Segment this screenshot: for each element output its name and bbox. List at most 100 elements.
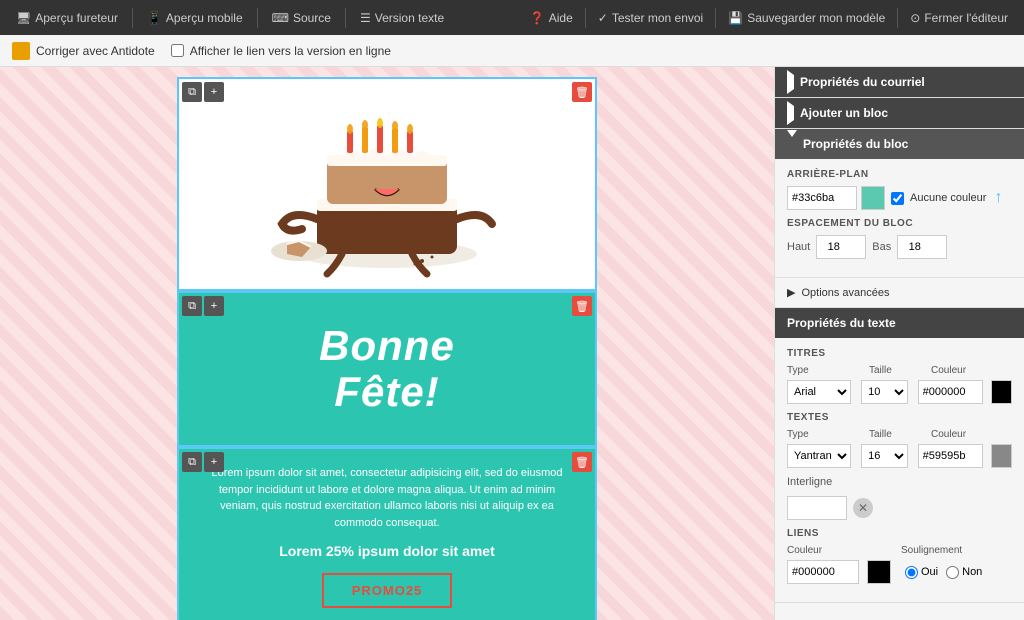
arriere-plan-color-input[interactable] — [787, 186, 857, 210]
nav-separator-4 — [585, 8, 586, 28]
liens-inputs-row: Oui Non — [787, 560, 1012, 584]
text-heading: Lorem 25% ipsum dolor sit amet — [203, 543, 571, 559]
top-nav-right: ❓ Aide ✓ Tester mon envoi 💾 Sauvegarder … — [522, 8, 1016, 28]
section-courriel-header[interactable]: Propriétés du courriel — [775, 67, 1024, 97]
textes-inputs-row: Yantran 16 — [787, 444, 1012, 468]
nav-apercu-fureteur[interactable]: 🖥 Aperçu fureteur — [8, 0, 126, 35]
nav-sauvegarder[interactable]: 💾 Sauvegarder mon modèle — [720, 11, 893, 25]
teal-block-toolbar: ⧉ + — [179, 293, 227, 319]
soulignement-oui-label[interactable]: Oui — [905, 566, 938, 579]
cake-svg — [247, 89, 527, 279]
nav-separator-3 — [345, 8, 346, 28]
right-panel: Propriétés du courriel Ajouter un bloc P… — [774, 67, 1024, 620]
aucune-couleur-checkbox[interactable] — [891, 192, 904, 205]
liens-color-swatch[interactable] — [867, 560, 891, 584]
tri-down-bloc — [787, 137, 797, 151]
options-avancees[interactable]: ▶ Options avancées — [775, 277, 1024, 307]
nav-aide[interactable]: ❓ Aide — [522, 11, 581, 25]
text-icon: ☰ — [360, 11, 371, 25]
bonne-fete-text: BonneFête! — [319, 323, 455, 415]
arrow-indicator: ↑ — [994, 189, 1002, 207]
nav-separator-2 — [257, 8, 258, 28]
teal-block-delete-btn[interactable]: 🗑 — [572, 296, 592, 316]
textes-size-select[interactable]: 16 — [861, 444, 908, 468]
image-block-add-btn[interactable]: + — [204, 82, 224, 102]
section-proprietes-courriel: Propriétés du courriel — [775, 67, 1024, 98]
titres-color-swatch[interactable] — [991, 380, 1012, 404]
interligne-label: Interligne — [787, 476, 832, 488]
section-ajouter-bloc: Ajouter un bloc — [775, 98, 1024, 129]
interligne-clear-btn[interactable]: ✕ — [853, 498, 873, 518]
textes-couleur-col: Couleur — [931, 429, 966, 440]
interligne-input[interactable] — [787, 496, 847, 520]
soulignement-non-label[interactable]: Non — [946, 566, 982, 579]
textes-col-headers: Type Taille Couleur — [787, 429, 1012, 440]
bas-input[interactable] — [897, 235, 947, 259]
teal-block-add-btn[interactable]: + — [204, 296, 224, 316]
textes-color-swatch[interactable] — [991, 444, 1012, 468]
haut-input[interactable] — [816, 235, 866, 259]
main-layout: ⧉ + 🗑 — [0, 67, 1024, 620]
teal-block-copy-btn[interactable]: ⧉ — [182, 296, 202, 316]
teal-block[interactable]: ⧉ + 🗑 BonneFête! — [177, 291, 597, 447]
nav-separator-5 — [715, 8, 716, 28]
texte-content: TITRES Type Taille Couleur Arial 10 — [775, 338, 1024, 602]
titres-size-select[interactable]: 10 — [861, 380, 908, 404]
titres-type-select[interactable]: Arial — [787, 380, 851, 404]
promo-button[interactable]: PROMO25 — [322, 573, 453, 608]
help-icon: ❓ — [530, 11, 545, 25]
textes-taille-col: Taille — [869, 429, 921, 440]
text-body: Lorem ipsum dolor sit amet, consectetur … — [203, 465, 571, 531]
image-block[interactable]: ⧉ + 🗑 — [177, 77, 597, 291]
section-bloc-header[interactable]: Propriétés du bloc — [775, 129, 1024, 159]
arriere-plan-color-group — [787, 186, 885, 210]
image-block-delete-btn[interactable]: 🗑 — [572, 82, 592, 102]
version-en-ligne-checkbox[interactable] — [171, 44, 184, 57]
interligne-row: Interligne — [787, 476, 1012, 488]
arriere-plan-label: ARRIÈRE-PLAN — [787, 169, 1012, 180]
liens-col-headers: Couleur Soulignement — [787, 545, 1012, 556]
nav-source[interactable]: ⌨ Source — [264, 0, 339, 35]
titres-inputs-row: Arial 10 — [787, 380, 1012, 404]
liens-color-input[interactable] — [787, 560, 859, 584]
nav-version-texte[interactable]: ☰ Version texte — [352, 0, 452, 35]
mobile-icon: 📱 — [147, 11, 162, 25]
nav-apercu-mobile[interactable]: 📱 Aperçu mobile — [139, 0, 251, 35]
text-block-wrapper: ⧉ + 🗑 Lorem ipsum dolor sit amet, consec… — [177, 447, 597, 620]
text-block-toolbar: ⧉ + — [179, 449, 227, 475]
text-block-add-btn[interactable]: + — [204, 452, 224, 472]
arriere-plan-swatch[interactable] — [861, 186, 885, 210]
textes-color-input[interactable] — [918, 444, 983, 468]
titres-taille-col: Taille — [869, 365, 921, 376]
nav-fermer[interactable]: ⊙ Fermer l'éditeur — [902, 11, 1016, 25]
soulignement-non-radio[interactable] — [946, 566, 959, 579]
soulignement-oui-radio[interactable] — [905, 566, 918, 579]
section-ajouter-header[interactable]: Ajouter un bloc — [775, 98, 1024, 128]
bloc-content: ARRIÈRE-PLAN Aucune couleur ↑ ESPACEMENT… — [775, 159, 1024, 277]
textes-label: TEXTES — [787, 412, 1012, 423]
image-block-copy-btn[interactable]: ⧉ — [182, 82, 202, 102]
email-container: ⧉ + 🗑 — [177, 77, 597, 620]
titres-label: TITRES — [787, 348, 1012, 359]
version-en-ligne-checkbox-label[interactable]: Afficher le lien vers la version en lign… — [171, 44, 391, 58]
nav-tester[interactable]: ✓ Tester mon envoi — [590, 11, 711, 25]
section-proprietes-bloc: Propriétés du bloc ARRIÈRE-PLAN Aucune c… — [775, 129, 1024, 308]
image-block-toolbar-right: 🗑 — [569, 79, 595, 105]
antidote-item[interactable]: Corriger avec Antidote — [12, 42, 155, 60]
text-block-copy-btn[interactable]: ⧉ — [182, 452, 202, 472]
secondary-bar: Corriger avec Antidote Afficher le lien … — [0, 35, 1024, 67]
aucune-couleur-label: Aucune couleur — [910, 192, 986, 204]
text-block[interactable]: ⧉ + 🗑 Lorem ipsum dolor sit amet, consec… — [177, 447, 597, 620]
texte-props-header: Propriétés du texte — [775, 308, 1024, 338]
check-icon: ✓ — [598, 11, 608, 25]
soulignement-radio-group: Oui Non — [905, 566, 982, 579]
textes-type-select[interactable]: Yantran — [787, 444, 851, 468]
tri-right-courriel — [787, 75, 794, 89]
tri-right-options: ▶ — [787, 286, 795, 299]
titres-color-input[interactable] — [918, 380, 983, 404]
text-block-delete-btn[interactable]: 🗑 — [572, 452, 592, 472]
image-block-toolbar: ⧉ + — [179, 79, 227, 105]
section-proprietes-texte: Propriétés du texte TITRES Type Taille C… — [775, 308, 1024, 603]
text-block-toolbar-right: 🗑 — [569, 449, 595, 475]
code-icon: ⌨ — [272, 11, 289, 25]
